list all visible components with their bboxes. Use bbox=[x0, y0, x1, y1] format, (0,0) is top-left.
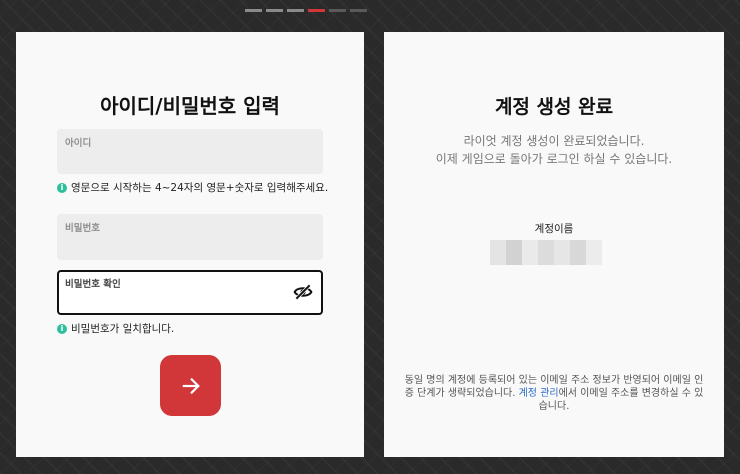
complete-desc-line1: 라이엇 계정 생성이 완료되었습니다. bbox=[463, 134, 645, 148]
password-confirm-field[interactable]: 비밀번호 확인 bbox=[57, 270, 323, 315]
info-icon: i bbox=[57, 182, 67, 193]
complete-title: 계정 생성 완료 bbox=[494, 96, 614, 118]
id-field-label: 아이디 bbox=[65, 138, 92, 149]
info-icon: i bbox=[57, 323, 67, 334]
progress-step bbox=[245, 9, 262, 12]
account-name-blurred bbox=[490, 240, 602, 265]
eye-hidden-icon[interactable] bbox=[293, 282, 313, 302]
footer-text-2: 에서 이메일 주소를 변경하실 수 있습니다. bbox=[538, 388, 704, 412]
account-created-panel: 계정 생성 완료 라이엇 계정 생성이 완료되었습니다. 이제 게임으로 돌아가… bbox=[384, 32, 724, 457]
email-footer-note: 동일 명의 계정에 등록되어 있는 이메일 주소 정보가 반영되어 이메일 인증… bbox=[404, 374, 704, 413]
arrow-right-icon bbox=[182, 377, 200, 394]
progress-step bbox=[329, 9, 346, 12]
password-field-label: 비밀번호 bbox=[65, 223, 100, 234]
account-management-link[interactable]: 계정 관리 bbox=[519, 388, 559, 399]
progress-step-active bbox=[308, 9, 325, 12]
signup-form-panel: 아이디/비밀번호 입력 아이디 i 영문으로 시작하는 4~24자의 영문+숫자… bbox=[16, 32, 364, 457]
account-name-label: 계정이름 bbox=[534, 223, 574, 235]
next-button[interactable] bbox=[160, 355, 221, 416]
form-title: 아이디/비밀번호 입력 bbox=[100, 94, 280, 118]
password-match-hint: i 비밀번호가 일치합니다. bbox=[57, 321, 174, 336]
progress-step bbox=[350, 9, 367, 12]
password-match-text: 비밀번호가 일치합니다. bbox=[71, 323, 175, 335]
id-hint-text: 영문으로 시작하는 4~24자의 영문+숫자로 입력해주세요. bbox=[71, 182, 329, 194]
progress-steps bbox=[245, 9, 367, 12]
password-field[interactable]: 비밀번호 bbox=[57, 214, 323, 260]
complete-description: 라이엇 계정 생성이 완료되었습니다. 이제 게임으로 돌아가 로그인 하실 수… bbox=[384, 132, 724, 168]
complete-desc-line2: 이제 게임으로 돌아가 로그인 하실 수 있습니다. bbox=[435, 152, 673, 166]
id-field[interactable]: 아이디 bbox=[57, 129, 323, 174]
password-confirm-label: 비밀번호 확인 bbox=[65, 279, 121, 290]
progress-step bbox=[266, 9, 283, 12]
progress-step bbox=[287, 9, 304, 12]
id-hint: i 영문으로 시작하는 4~24자의 영문+숫자로 입력해주세요. bbox=[57, 180, 328, 195]
